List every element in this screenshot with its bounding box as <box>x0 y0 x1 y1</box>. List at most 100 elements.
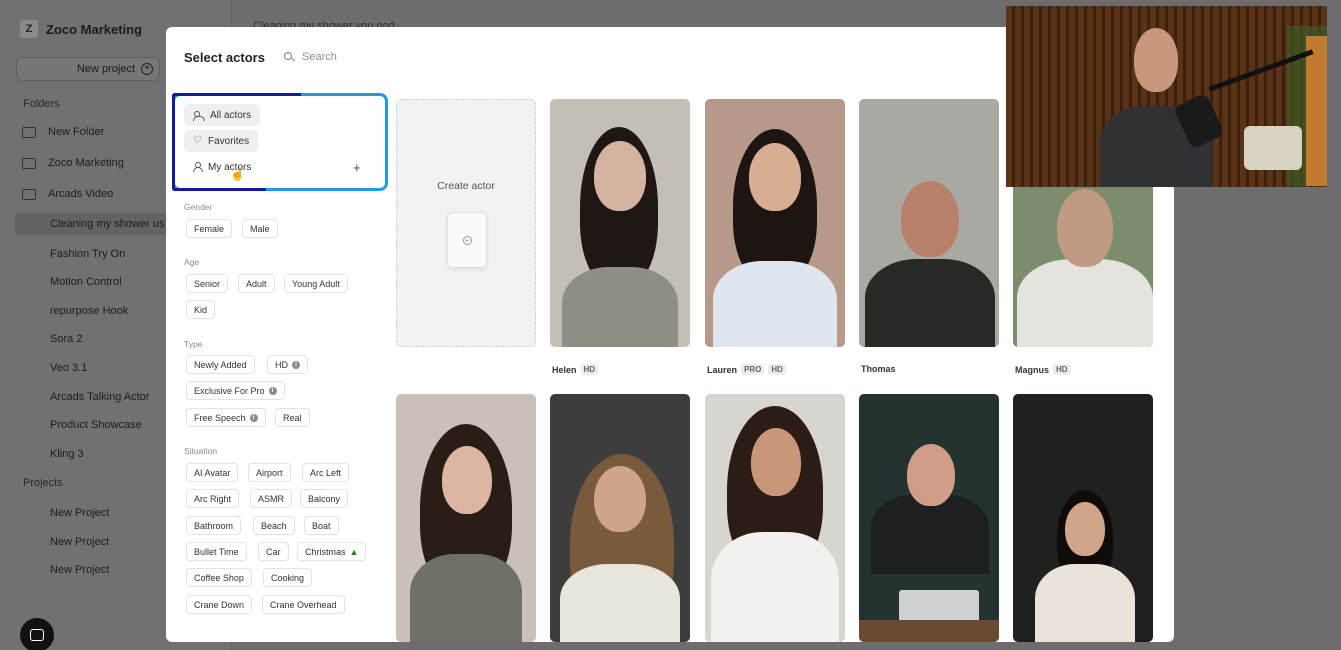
modal-title: Select actors <box>184 50 265 65</box>
chip-label: Exclusive For Pro <box>194 385 265 396</box>
chip-boat[interactable]: Boat <box>304 516 339 535</box>
sidebar-item-cleaning[interactable]: Cleaning my shower us <box>15 213 170 235</box>
sidebar-folder-arcads-video[interactable]: Arcads Video <box>22 188 113 200</box>
chip-ai-avatar[interactable]: AI Avatar <box>186 463 239 482</box>
search-icon <box>284 52 294 62</box>
actor-name: Helen <box>552 364 577 375</box>
actor-card[interactable] <box>705 394 845 642</box>
webcam-overlay <box>1006 6 1327 187</box>
users-icon <box>193 110 205 121</box>
chip-bathroom[interactable]: Bathroom <box>186 516 242 535</box>
workspace-avatar: Z <box>20 20 38 38</box>
search-input[interactable] <box>302 51 502 63</box>
chip-beach[interactable]: Beach <box>253 516 295 535</box>
chip-senior[interactable]: Senior <box>186 274 229 293</box>
actor-name-row: Helen HD <box>552 364 599 375</box>
create-actor-card[interactable]: Create actor + <box>396 99 536 347</box>
chip-real[interactable]: Real <box>275 408 310 427</box>
actor-card-thomas[interactable] <box>859 99 999 347</box>
sidebar-item-veo[interactable]: Veo 3.1 <box>50 362 87 374</box>
christmas-tree-icon: ▲ <box>349 546 359 557</box>
sidebar-item-fashion[interactable]: Fashion Try On <box>50 248 125 260</box>
sidebar-item-arcads-talking[interactable]: Arcads Talking Actor <box>50 391 149 403</box>
project-item[interactable]: New Project <box>50 507 109 519</box>
nav-label: Favorites <box>207 135 250 147</box>
chip-cooking[interactable]: Cooking <box>263 568 313 587</box>
actor-card[interactable] <box>396 394 536 642</box>
actor-card-helen[interactable] <box>550 99 690 347</box>
sidebar-folder-zoco-marketing[interactable]: Zoco Marketing <box>22 157 124 169</box>
chip-car[interactable]: Car <box>258 542 289 561</box>
chip-airport[interactable]: Airport <box>248 463 291 482</box>
heart-icon: ♡ <box>193 135 202 146</box>
project-item[interactable]: New Project <box>50 564 109 576</box>
chip-arc-left[interactable]: Arc Left <box>302 463 350 482</box>
workspace-name: Zoco Marketing <box>46 21 143 37</box>
chip-bullet-time[interactable]: Bullet Time <box>186 542 247 561</box>
user-icon <box>193 162 203 172</box>
chip-female[interactable]: Female <box>186 219 233 238</box>
chip-young-adult[interactable]: Young Adult <box>284 274 348 293</box>
chat-launcher-button[interactable] <box>20 618 54 650</box>
create-actor-label: Create actor <box>437 180 495 192</box>
age-label: Age <box>184 257 200 267</box>
plus-circle-icon: + <box>141 63 153 75</box>
nav-favorites[interactable]: ♡ Favorites <box>184 130 259 152</box>
folder-icon <box>22 157 36 169</box>
chip-label: Free Speech <box>194 412 246 423</box>
new-project-label: New project <box>76 63 135 75</box>
chip-crane-down[interactable]: Crane Down <box>186 595 253 614</box>
nav-label: All actors <box>210 109 252 121</box>
chip-arc-right[interactable]: Arc Right <box>186 489 240 508</box>
chip-label: HD <box>275 359 288 370</box>
chip-adult[interactable]: Adult <box>238 274 275 293</box>
nav-my-actors[interactable]: My actors <box>184 156 260 178</box>
sidebar-item-product[interactable]: Product Showcase <box>50 419 142 431</box>
chip-free-speech[interactable]: Free Speech i <box>186 408 266 427</box>
actor-card-lauren[interactable] <box>705 99 845 347</box>
actor-name-row: Lauren PRO HD <box>707 364 786 375</box>
actor-name-row: Magnus HD <box>1015 364 1071 375</box>
folder-label: New Folder <box>48 126 105 138</box>
actor-name: Thomas <box>861 364 896 374</box>
sidebar-item-repurpose[interactable]: repurpose Hook <box>50 305 128 317</box>
actor-name: Magnus <box>1015 364 1050 375</box>
chip-kid[interactable]: Kid <box>186 300 216 319</box>
sidebar-item-sora[interactable]: Sora 2 <box>50 333 82 345</box>
folder-label: Arcads Video <box>48 188 114 200</box>
folders-heading: Folders <box>23 98 60 110</box>
create-actor-icon: + <box>447 212 487 268</box>
type-label: Type <box>184 339 203 349</box>
actor-card[interactable] <box>550 394 690 642</box>
actor-card[interactable] <box>859 394 999 642</box>
nav-all-actors[interactable]: All actors <box>184 104 261 126</box>
chip-label: Christmas <box>305 546 346 557</box>
workspace-switcher[interactable]: Z Zoco Marketing <box>20 20 142 38</box>
sidebar-item-kling[interactable]: Kling 3 <box>50 448 84 460</box>
project-item[interactable]: New Project <box>50 536 109 548</box>
add-actor-button[interactable]: + <box>353 160 361 175</box>
folder-icon <box>22 188 36 200</box>
actor-card[interactable] <box>1013 394 1153 642</box>
chip-coffee-shop[interactable]: Coffee Shop <box>186 568 252 587</box>
chip-male[interactable]: Male <box>242 219 278 238</box>
hd-badge: HD <box>768 364 786 375</box>
chip-balcony[interactable]: Balcony <box>300 489 349 508</box>
sidebar-item-motion[interactable]: Motion Control <box>50 276 122 288</box>
new-project-button[interactable]: New project + <box>16 57 160 81</box>
projects-heading: Projects <box>23 477 63 489</box>
chip-exclusive-pro[interactable]: Exclusive For Pro i <box>186 381 285 400</box>
chat-icon <box>30 629 44 641</box>
info-icon: i <box>249 413 258 422</box>
chip-crane-overhead[interactable]: Crane Overhead <box>262 595 345 614</box>
chip-christmas[interactable]: Christmas ▲ <box>297 542 367 561</box>
chip-asmr[interactable]: ASMR <box>250 489 293 508</box>
chip-newly-added[interactable]: Newly Added <box>186 355 255 374</box>
folder-icon <box>22 126 36 138</box>
folder-label: Zoco Marketing <box>48 157 124 169</box>
info-icon: i <box>292 360 300 369</box>
actor-search <box>284 51 502 63</box>
sidebar-folder-new-folder[interactable]: New Folder <box>22 126 104 138</box>
chip-hd[interactable]: HD i <box>267 355 308 374</box>
pro-badge: PRO <box>741 364 765 375</box>
